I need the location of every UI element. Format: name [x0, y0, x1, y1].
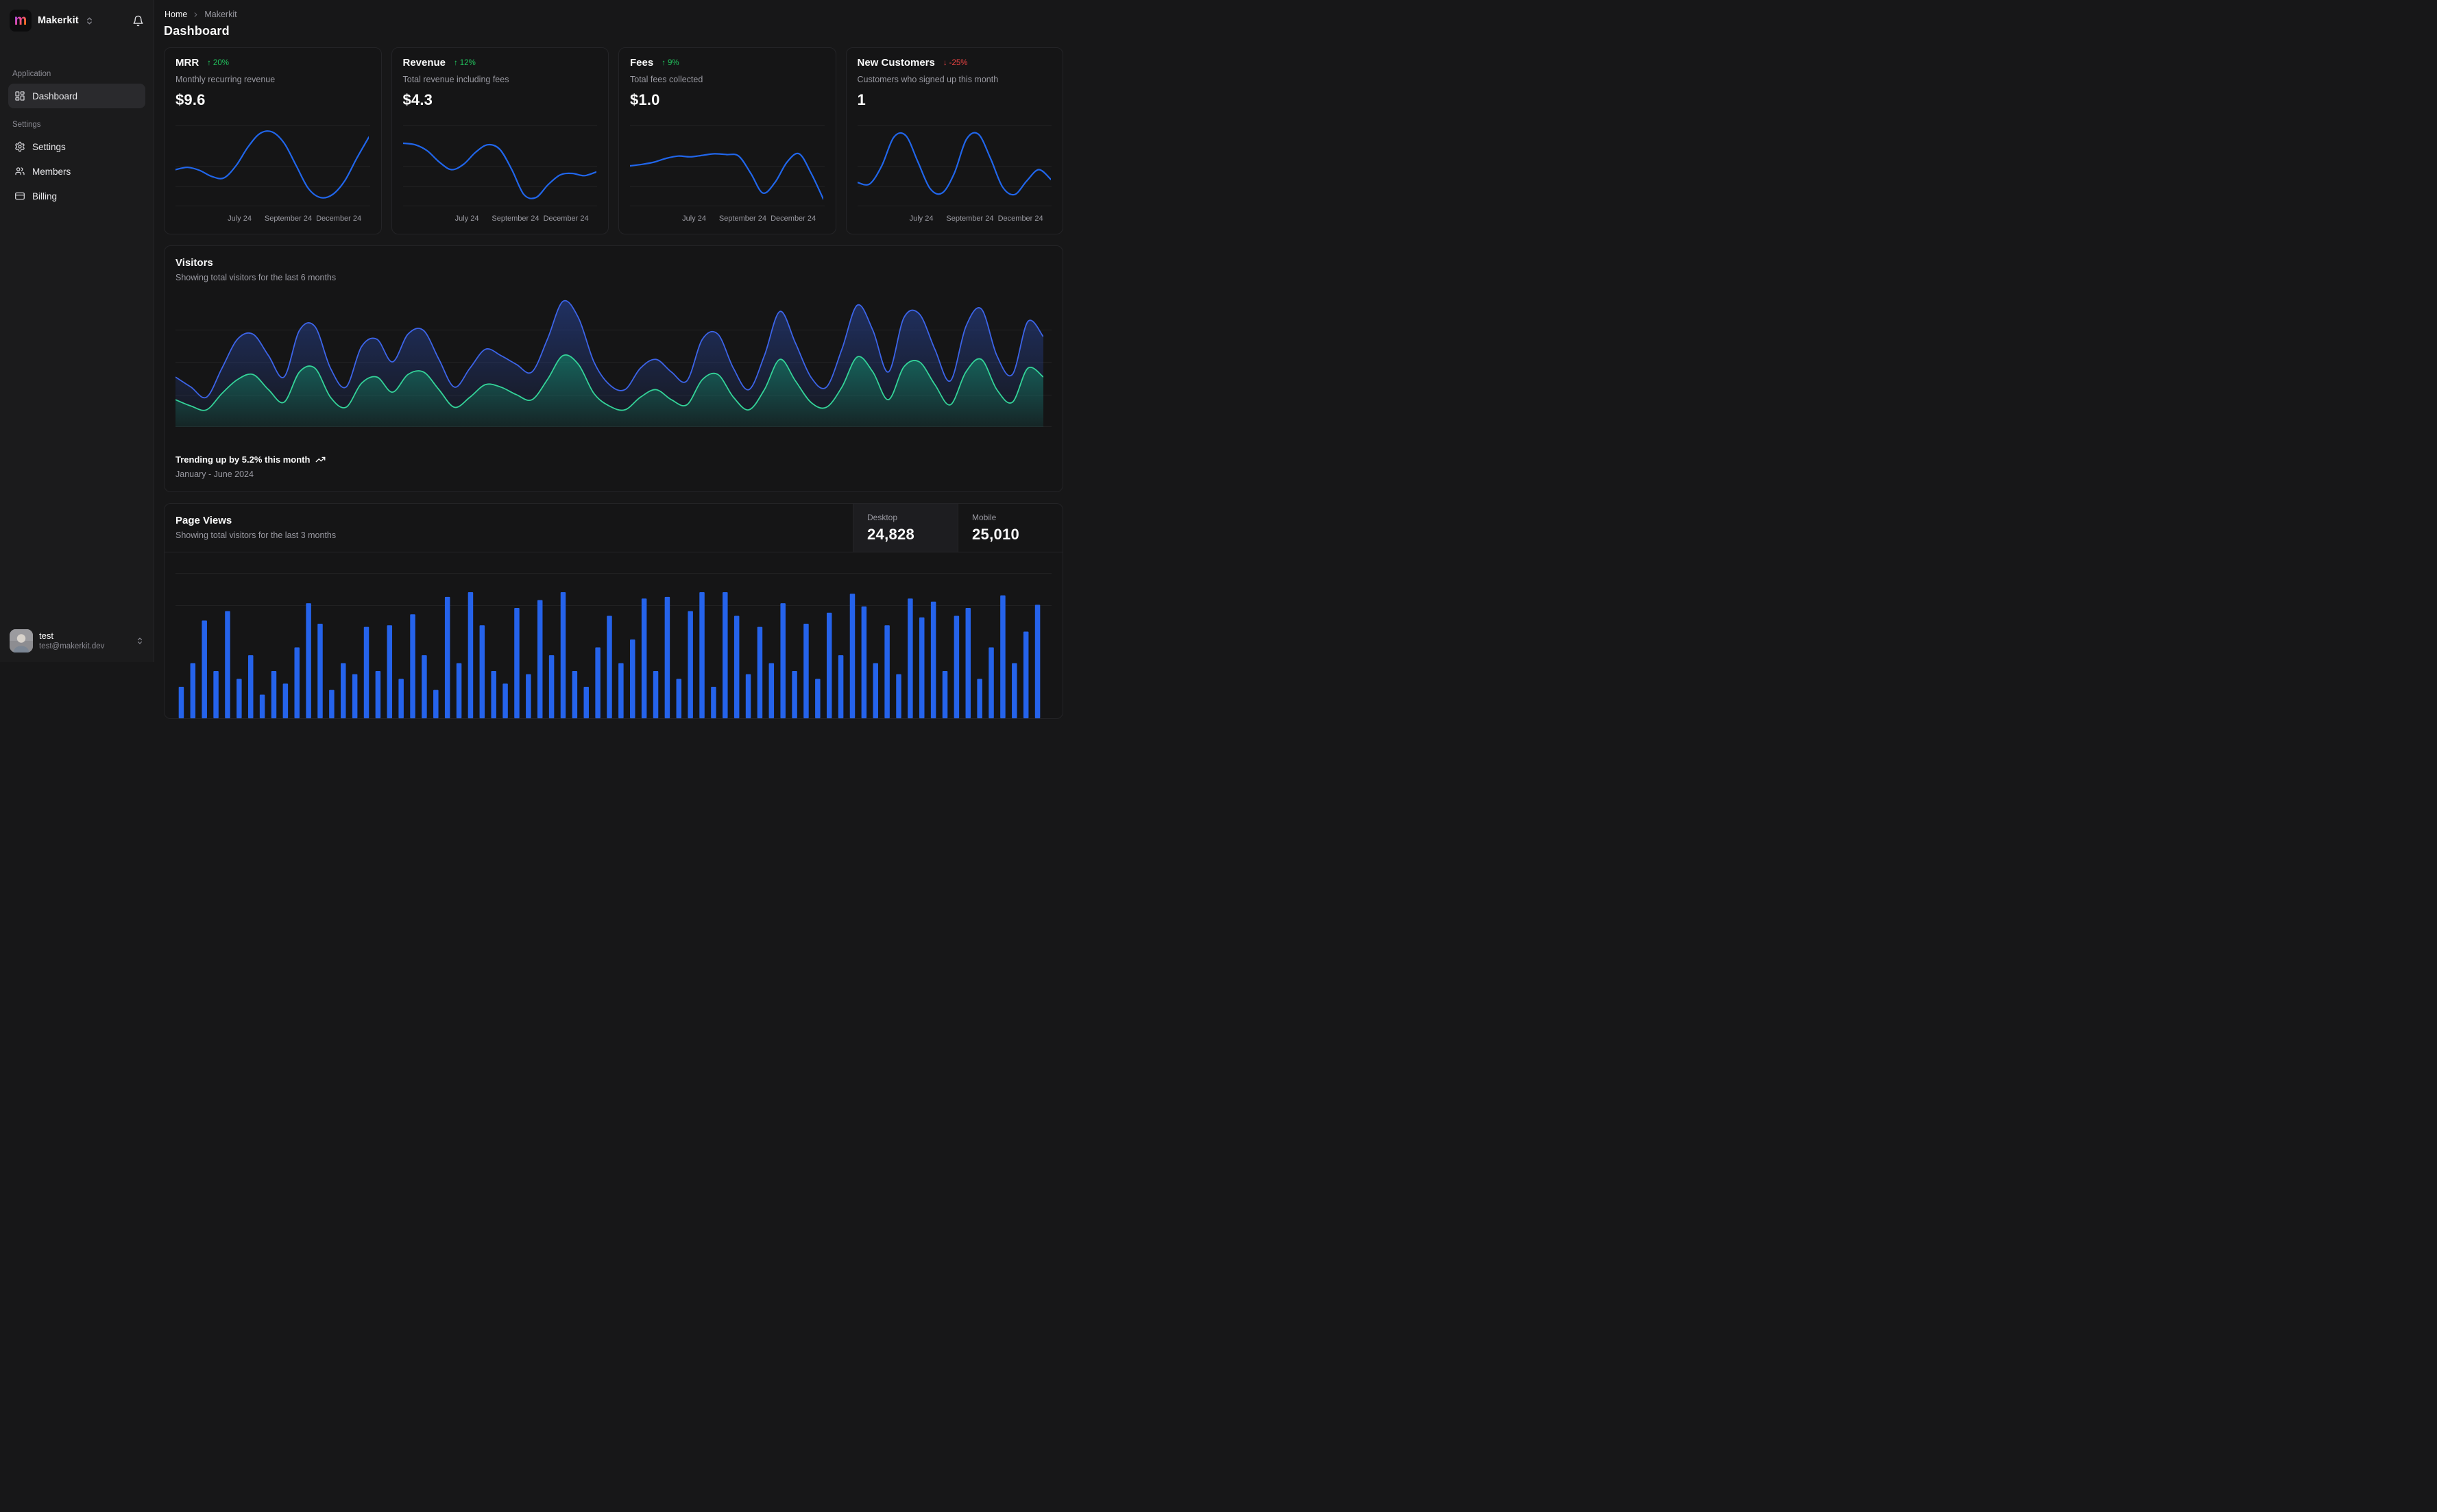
- makerkit-logo: m: [10, 10, 32, 32]
- breadcrumb-current: Makerkit: [204, 10, 237, 19]
- desktop-label: Desktop: [867, 513, 898, 522]
- trend-badge: ↑ 9%: [662, 58, 679, 67]
- stat-card-mrr: MRR ↑ 20% Monthly recurring revenue $9.6 …: [164, 47, 382, 234]
- sidebar-item-label: Members: [32, 166, 71, 177]
- stat-subtitle: Total fees collected: [630, 75, 703, 84]
- credit-card-icon: [14, 191, 25, 202]
- breadcrumb-home[interactable]: Home: [165, 10, 187, 19]
- stat-title: Revenue: [402, 57, 446, 69]
- main-content: Home Makerkit Dashboard MRR ↑ 20% Monthly…: [154, 0, 1067, 719]
- stat-value: 1: [857, 91, 866, 108]
- trend-badge: ↓ -25%: [943, 58, 968, 67]
- stat-subtitle: Total revenue including fees: [402, 75, 509, 84]
- gear-icon: [14, 141, 25, 152]
- toggle-mobile[interactable]: Mobile 25,010: [958, 504, 1063, 552]
- stat-card-revenue: Revenue ↑ 12% Total revenue including fee…: [391, 47, 609, 234]
- desktop-value: 24,828: [867, 526, 915, 543]
- visitors-date-range: January - June 2024: [175, 470, 254, 479]
- sparkline-chart: [630, 125, 825, 206]
- trend-arrow-icon: ↑: [662, 58, 666, 67]
- trend-arrow-icon: ↑: [207, 58, 211, 67]
- page-views-subtitle: Showing total visitors for the last 3 mo…: [175, 531, 337, 540]
- trend-arrow-icon: ↑: [454, 58, 458, 67]
- stat-subtitle: Customers who signed up this month: [857, 75, 999, 84]
- sidebar-item-label: Dashboard: [32, 90, 78, 101]
- user-name: test: [39, 630, 53, 641]
- sidebar-item-billing[interactable]: Billing: [8, 184, 145, 208]
- stat-value: $9.6: [175, 91, 206, 108]
- trend-badge: ↑ 12%: [454, 58, 476, 67]
- sidebar-item-settings[interactable]: Settings: [8, 134, 145, 159]
- stat-card-new-customers: New Customers ↓ -25% Customers who signed…: [845, 47, 1063, 234]
- toggle-desktop[interactable]: Desktop 24,828: [853, 504, 958, 552]
- spark-x-axis: July 24 September 24 December 24: [909, 215, 1043, 223]
- sidebar-item-members[interactable]: Members: [8, 159, 145, 184]
- spark-x-axis: July 24 September 24 December 24: [228, 215, 362, 223]
- workspace-selector[interactable]: m Makerkit: [8, 7, 145, 34]
- stat-title: MRR: [175, 57, 199, 69]
- sparkline-chart: [402, 125, 597, 206]
- spark-x-axis: July 24 September 24 December 24: [682, 215, 816, 223]
- stat-value: $4.3: [402, 91, 433, 108]
- stat-title: New Customers: [857, 57, 935, 69]
- stat-cards-row: MRR ↑ 20% Monthly recurring revenue $9.6 …: [164, 47, 1063, 234]
- stat-subtitle: Monthly recurring revenue: [175, 75, 276, 84]
- trend-badge: ↑ 20%: [207, 58, 229, 67]
- page-views-bar-chart: [175, 561, 1052, 718]
- visitors-trend-text: Trending up by 5.2% this month: [175, 454, 311, 465]
- sidebar: m Makerkit Application Dashboard Setting…: [0, 0, 154, 662]
- trending-up-icon: [315, 454, 326, 465]
- mobile-value: 25,010: [972, 526, 1020, 543]
- bell-icon[interactable]: [132, 15, 144, 27]
- users-icon: [14, 166, 25, 177]
- page-title: Dashboard: [164, 24, 230, 38]
- sparkline-chart: [857, 125, 1052, 206]
- user-menu[interactable]: test test@makerkit.dev: [8, 628, 145, 654]
- visitors-subtitle: Showing total visitors for the last 6 mo…: [175, 273, 337, 282]
- user-email: test@makerkit.dev: [39, 642, 105, 650]
- sidebar-item-label: Settings: [32, 141, 66, 152]
- visitors-card: Visitors Showing total visitors for the …: [164, 245, 1063, 492]
- nav-section-label-application: Application: [12, 70, 51, 78]
- chevron-right-icon: [192, 11, 199, 19]
- spark-x-axis: July 24 September 24 December 24: [454, 215, 589, 223]
- sidebar-item-label: Billing: [32, 191, 58, 202]
- chevrons-up-down-icon[interactable]: [85, 16, 94, 25]
- dashboard-icon: [14, 90, 25, 101]
- stat-value: $1.0: [630, 91, 660, 108]
- avatar: [10, 629, 33, 653]
- mobile-label: Mobile: [972, 513, 997, 522]
- nav-section-label-settings: Settings: [12, 121, 41, 129]
- sparkline-chart: [175, 125, 370, 206]
- workspace-name: Makerkit: [38, 15, 79, 26]
- sidebar-nav: Application Dashboard Settings Settings …: [8, 70, 145, 208]
- sidebar-item-dashboard[interactable]: Dashboard: [8, 84, 145, 108]
- chevrons-up-down-icon: [136, 637, 144, 645]
- visitors-area-chart: [175, 297, 1052, 427]
- page-views-title: Page Views: [175, 515, 232, 526]
- page-views-card: Page Views Showing total visitors for th…: [164, 503, 1063, 719]
- stat-card-fees: Fees ↑ 9% Total fees collected $1.0 July …: [618, 47, 836, 234]
- breadcrumb: Home Makerkit: [164, 10, 1063, 19]
- stat-title: Fees: [630, 57, 654, 69]
- trend-arrow-icon: ↓: [943, 58, 947, 67]
- visitors-title: Visitors: [175, 257, 213, 269]
